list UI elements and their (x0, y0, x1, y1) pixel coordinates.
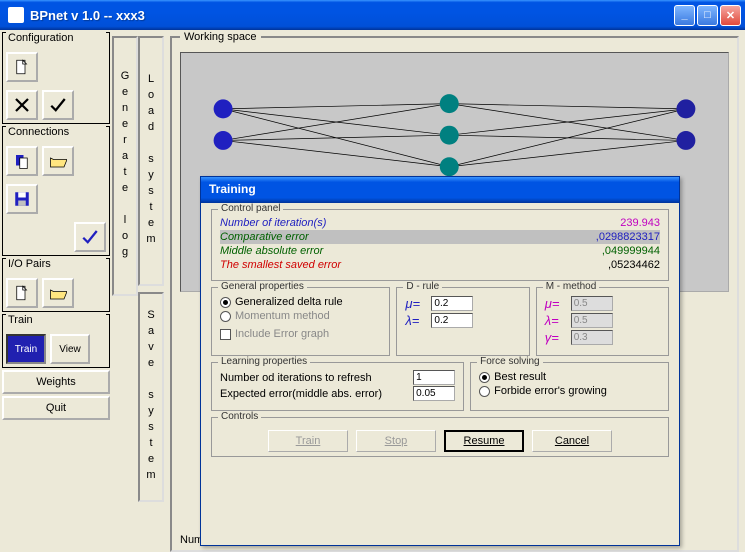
general-properties-label: General properties (218, 281, 307, 292)
new-iopairs-button[interactable] (6, 278, 38, 308)
configuration-label: Configuration (6, 32, 106, 44)
generate-log-button[interactable]: Generate log (112, 36, 138, 296)
control-panel-label: Control panel (218, 203, 283, 214)
iterations-label: Number of iteration(s) (220, 217, 326, 229)
folder-open-icon (49, 284, 67, 302)
check-icon (49, 96, 67, 114)
floppy-icon (13, 190, 31, 208)
app-icon (8, 7, 24, 23)
connections-panel: Connections (2, 126, 110, 256)
d-mu-input[interactable] (431, 296, 473, 311)
mu-symbol: μ= (405, 296, 427, 311)
lambda-symbol: λ= (405, 313, 427, 328)
maximize-button[interactable]: □ (697, 5, 718, 26)
expected-error-label: Expected error(middle abs. error) (220, 388, 382, 400)
open-iopairs-button[interactable] (42, 278, 74, 308)
middle-error-label: Middle absolute error (220, 245, 323, 257)
window-title: BPnet v 1.0 -- xxx3 (30, 8, 672, 23)
weights-button[interactable]: Weights (2, 370, 110, 394)
m-lambda-symbol: λ= (545, 313, 567, 328)
middle-error-value: ,049999944 (602, 245, 660, 257)
train-label: Train (6, 314, 106, 326)
learning-properties-fieldset: Learning properties Number od iterations… (211, 362, 464, 411)
check-icon (81, 228, 99, 246)
m-lambda-input (571, 313, 613, 328)
train-button[interactable]: Train (6, 334, 46, 364)
best-result-radio[interactable]: Best result (479, 371, 660, 383)
configuration-panel: Configuration (2, 32, 110, 124)
smallest-error-value: ,05234462 (608, 259, 660, 271)
dialog-cancel-button[interactable]: Cancel (532, 430, 612, 452)
dialog-resume-button[interactable]: Resume (444, 430, 524, 452)
sidebar: Configuration Connections I/O Pairs Trai… (0, 30, 112, 552)
iterations-value: 239.943 (620, 217, 660, 229)
general-properties-fieldset: General properties Generalized delta rul… (211, 287, 390, 356)
controls-fieldset: Controls Train Stop Resume Cancel (211, 417, 669, 457)
save-connections-button[interactable] (6, 184, 38, 214)
m-gamma-symbol: γ= (545, 330, 567, 345)
x-icon (13, 96, 31, 114)
expected-error-input[interactable] (413, 386, 455, 401)
forbide-error-radio[interactable]: Forbide error's growing (479, 385, 660, 397)
dialog-stop-button[interactable]: Stop (356, 430, 436, 452)
control-panel-fieldset: Control panel Number of iteration(s)239.… (211, 209, 669, 281)
accept-config-button[interactable] (42, 90, 74, 120)
connections-label: Connections (6, 126, 106, 138)
save-system-button[interactable]: Save system (138, 292, 164, 502)
cancel-config-button[interactable] (6, 90, 38, 120)
refresh-label: Number od iterations to refresh (220, 372, 372, 384)
dialog-body: Control panel Number of iteration(s) 239.… (201, 203, 679, 545)
smallest-error-label: The smallest saved error (220, 259, 341, 271)
include-error-graph-checkbox[interactable]: Include Error graph (220, 328, 381, 340)
m-mu-input (571, 296, 613, 311)
folder-open-icon (49, 152, 67, 170)
m-method-fieldset: M - method μ= λ= γ= (536, 287, 669, 356)
m-method-label: M - method (543, 281, 600, 292)
comparative-error-value: ,0298823317 (596, 231, 660, 243)
view-button[interactable]: View (50, 334, 90, 364)
force-solving-fieldset: Force solving Best result Forbide error'… (470, 362, 669, 411)
iopairs-panel: I/O Pairs (2, 258, 110, 312)
document-icon (13, 58, 31, 76)
accept-connections-button[interactable] (74, 222, 106, 252)
force-solving-label: Force solving (477, 356, 542, 367)
generate-strip: Generate log (112, 30, 138, 552)
window-titlebar: BPnet v 1.0 -- xxx3 _ □ ✕ (0, 0, 745, 30)
weights-label: Weights (36, 376, 76, 388)
new-config-button[interactable] (6, 52, 38, 82)
m-mu-symbol: μ= (545, 296, 567, 311)
generalized-delta-radio[interactable]: Generalized delta rule (220, 296, 381, 308)
controls-label: Controls (218, 411, 261, 422)
close-button[interactable]: ✕ (720, 5, 741, 26)
comparative-error-label: Comparative error (220, 231, 309, 243)
learning-properties-label: Learning properties (218, 356, 310, 367)
quit-button[interactable]: Quit (2, 396, 110, 420)
training-dialog: Training Control panel Number of iterati… (200, 176, 680, 546)
dialog-title: Training (201, 177, 679, 203)
dialog-train-button[interactable]: Train (268, 430, 348, 452)
d-rule-fieldset: D - rule μ= λ= (396, 287, 529, 356)
open-connections-button[interactable] (42, 146, 74, 176)
copy-icon (13, 152, 31, 170)
iopairs-label: I/O Pairs (6, 258, 106, 270)
quit-label: Quit (46, 402, 66, 414)
m-gamma-input (571, 330, 613, 345)
d-rule-label: D - rule (403, 281, 442, 292)
minimize-button[interactable]: _ (674, 5, 695, 26)
copy-connections-button[interactable] (6, 146, 38, 176)
train-panel: Train Train View (2, 314, 110, 368)
load-system-button[interactable]: Load system (138, 36, 164, 286)
d-lambda-input[interactable] (431, 313, 473, 328)
workspace-label: Working space (180, 31, 261, 43)
system-strip: Load system Save system (138, 30, 164, 552)
document-icon (13, 284, 31, 302)
momentum-method-radio[interactable]: Momentum method (220, 310, 381, 322)
refresh-input[interactable] (413, 370, 455, 385)
